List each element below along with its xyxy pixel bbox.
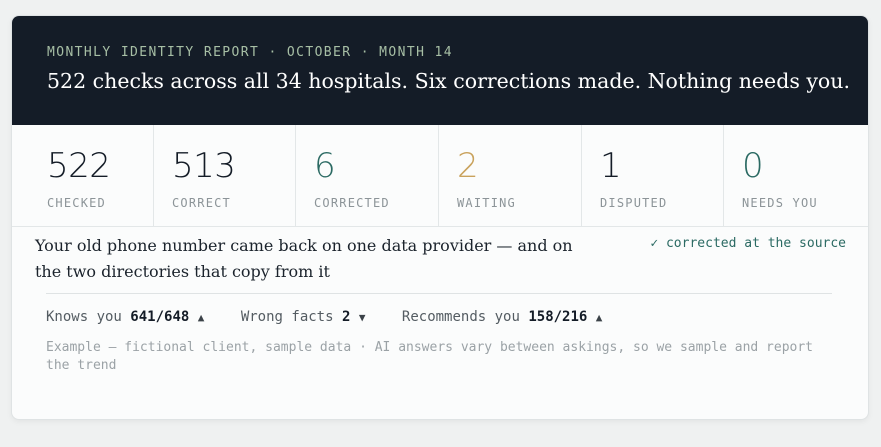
stats-row: 522 CHECKED 513 CORRECT 6 CORRECTED 2 WA… [12,125,868,227]
stat-value: 2 [457,146,479,186]
trend-down-icon: ▼ [358,311,366,324]
trend-up-icon: ▲ [595,311,603,324]
stat-value: 1 [600,146,622,186]
stat-correct: 513 CORRECT [154,125,296,226]
metric-label: Wrong facts [240,309,342,325]
stat-value: 522 [47,146,111,186]
detail-text: Your old phone number came back on one d… [35,236,573,281]
stat-checked: 522 CHECKED [12,125,154,226]
status-corrected: ✓ corrected at the source [650,236,846,251]
metrics-row: Knows you 641/648 ▲ Wrong facts 2 ▼ Reco… [46,309,630,325]
stat-label: CHECKED [47,196,106,210]
report-header: MONTHLY IDENTITY REPORT · OCTOBER · MONT… [12,16,868,125]
stat-corrected: 6 CORRECTED [296,125,439,226]
stat-label: CORRECT [172,196,231,210]
stat-value: 0 [742,146,764,186]
metric-value: 2 [341,309,351,325]
stat-label: NEEDS YOU [742,196,818,210]
metric-knows-you: Knows you 641/648 ▲ [46,309,204,325]
divider [46,293,832,294]
stat-disputed: 1 DISPUTED [582,125,724,226]
stat-value: 6 [314,146,336,186]
stat-label: DISPUTED [600,196,668,210]
metric-label: Recommends you [401,309,529,325]
report-eyebrow: MONTHLY IDENTITY REPORT · OCTOBER · MONT… [47,45,453,60]
metric-value: 641/648 [130,309,190,325]
metric-recommends-you: Recommends you 158/216 ▲ [402,309,603,325]
metric-label: Knows you [46,309,131,325]
stat-label: CORRECTED [314,196,390,210]
metric-wrong-facts: Wrong facts 2 ▼ [241,309,366,325]
stat-label: WAITING [457,196,516,210]
report-headline: 522 checks across all 34 hospitals. Six … [47,69,850,93]
stat-waiting: 2 WAITING [439,125,582,226]
stat-value: 513 [172,146,236,186]
footnote: Example — fictional client, sample data … [46,340,814,373]
trend-up-icon: ▲ [197,311,205,324]
stat-needs-you: 0 NEEDS YOU [724,125,868,226]
metric-value: 158/216 [528,309,588,325]
